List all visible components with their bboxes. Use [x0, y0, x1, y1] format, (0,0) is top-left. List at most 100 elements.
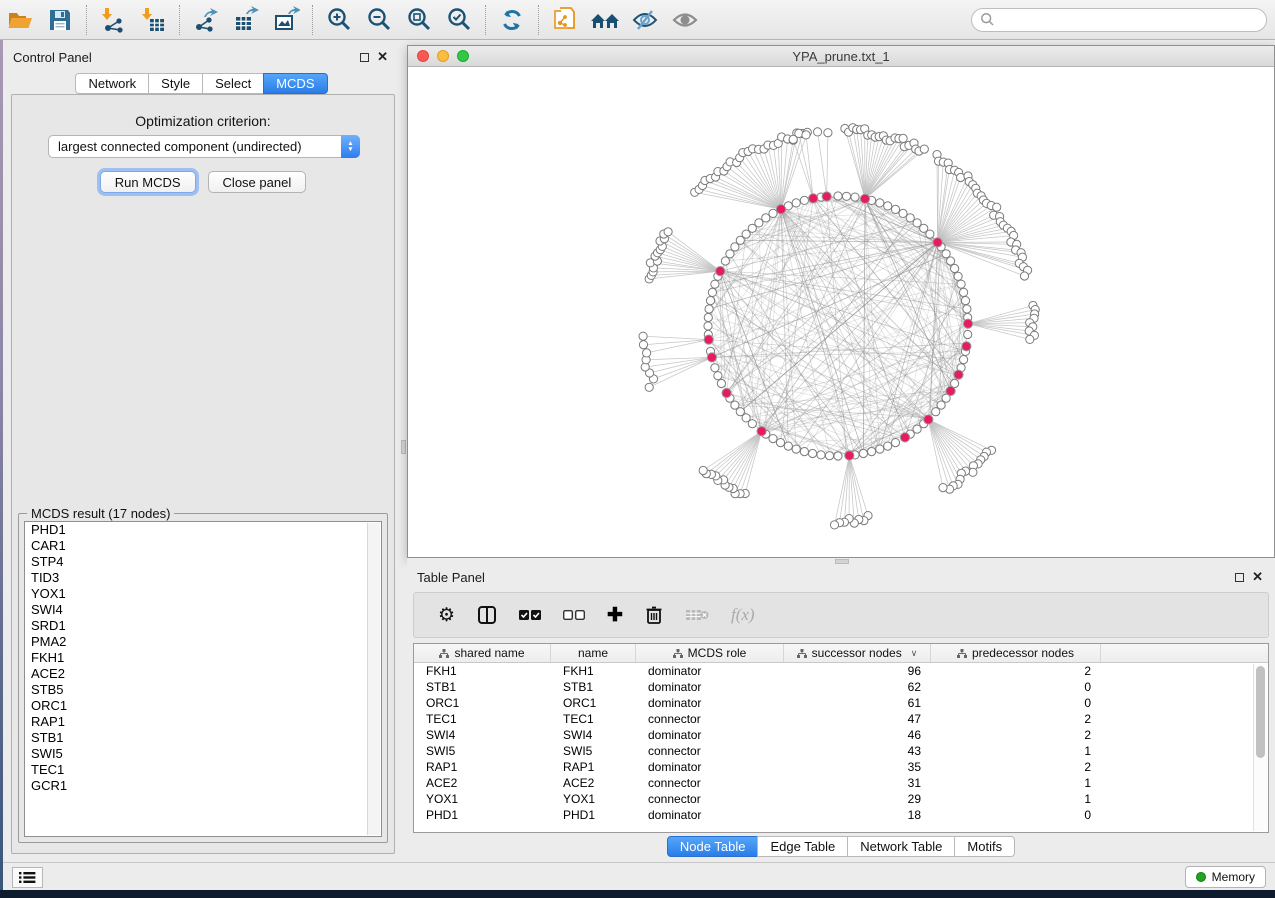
float-panel-icon[interactable]: [360, 53, 369, 62]
mcds-result-item[interactable]: STP4: [25, 554, 381, 570]
graph-node[interactable]: [800, 448, 808, 456]
add-column-icon[interactable]: ✚: [607, 604, 623, 627]
graph-hub-node[interactable]: [900, 433, 909, 442]
zoom-fit-icon[interactable]: [399, 3, 439, 37]
refresh-icon[interactable]: [492, 3, 532, 37]
table-row[interactable]: RAP1RAP1dominator352: [414, 759, 1268, 775]
table-row[interactable]: SWI5SWI5connector431: [414, 743, 1268, 759]
graph-node[interactable]: [645, 383, 653, 391]
graph-hub-node[interactable]: [946, 386, 955, 395]
graph-node[interactable]: [859, 449, 867, 457]
function-builder-icon[interactable]: f(x): [731, 605, 755, 625]
task-history-button[interactable]: [12, 867, 43, 888]
graph-node[interactable]: [717, 379, 725, 387]
export-image-icon[interactable]: [266, 3, 306, 37]
table-row[interactable]: YOX1YOX1connector291: [414, 791, 1268, 807]
import-network-icon[interactable]: [93, 3, 133, 37]
mcds-result-list[interactable]: PHD1CAR1STP4TID3YOX1SWI4SRD1PMA2FKH1ACE2…: [24, 521, 382, 837]
mcds-result-item[interactable]: STB1: [25, 730, 381, 746]
graph-node[interactable]: [800, 196, 808, 204]
graph-node[interactable]: [939, 484, 947, 492]
graph-hub-node[interactable]: [845, 451, 854, 460]
network-view[interactable]: [408, 67, 1274, 557]
export-table-icon[interactable]: [226, 3, 266, 37]
graph-node[interactable]: [704, 322, 712, 330]
column-header-name[interactable]: name: [551, 644, 636, 662]
show-eye-icon[interactable]: [665, 3, 705, 37]
graph-node[interactable]: [705, 305, 713, 313]
close-panel-icon[interactable]: ✕: [1252, 572, 1263, 582]
graph-node[interactable]: [711, 364, 719, 372]
graph-node[interactable]: [776, 439, 784, 447]
mcds-list-scrollbar[interactable]: [367, 523, 380, 835]
graph-node[interactable]: [947, 257, 955, 265]
float-panel-icon[interactable]: [1235, 573, 1244, 582]
graph-node[interactable]: [762, 214, 770, 222]
mcds-result-item[interactable]: ACE2: [25, 666, 381, 682]
tab-mcds[interactable]: MCDS: [263, 73, 327, 94]
tab-style[interactable]: Style: [148, 73, 203, 94]
column-header-successor-nodes[interactable]: successor nodes∨: [784, 644, 931, 662]
graph-hub-node[interactable]: [924, 415, 933, 424]
table-row[interactable]: STB1STB1dominator620: [414, 679, 1268, 695]
mcds-result-item[interactable]: PHD1: [25, 522, 381, 538]
graph-node[interactable]: [825, 452, 833, 460]
mcds-result-item[interactable]: GCR1: [25, 778, 381, 794]
scrollbar-thumb[interactable]: [1256, 666, 1265, 758]
table-row[interactable]: ACE2ACE2connector311: [414, 775, 1268, 791]
select-all-checkboxes-icon[interactable]: [519, 609, 541, 621]
mcds-result-item[interactable]: TEC1: [25, 762, 381, 778]
optimization-criterion-dropdown[interactable]: largest connected component (undirected)…: [48, 135, 360, 158]
column-header-shared-name[interactable]: shared name: [414, 644, 551, 662]
graph-node[interactable]: [792, 199, 800, 207]
graph-node[interactable]: [639, 332, 647, 340]
network-graph[interactable]: [408, 67, 1274, 557]
graph-hub-node[interactable]: [933, 238, 942, 247]
graph-node[interactable]: [784, 442, 792, 450]
graph-node[interactable]: [830, 521, 838, 529]
graph-node[interactable]: [876, 199, 884, 207]
graph-node[interactable]: [964, 330, 972, 338]
table-row[interactable]: FKH1FKH1dominator962: [414, 663, 1268, 679]
graph-node[interactable]: [792, 445, 800, 453]
close-panel-button[interactable]: Close panel: [208, 171, 307, 193]
graph-node[interactable]: [884, 442, 892, 450]
graph-node[interactable]: [802, 131, 810, 139]
graph-node[interactable]: [957, 280, 965, 288]
graph-node[interactable]: [891, 205, 899, 213]
graph-node[interactable]: [963, 305, 971, 313]
run-mcds-button[interactable]: Run MCDS: [100, 171, 196, 193]
graph-node[interactable]: [954, 272, 962, 280]
graph-node[interactable]: [899, 209, 907, 217]
tab-motifs[interactable]: Motifs: [954, 836, 1015, 857]
graph-node[interactable]: [834, 192, 842, 200]
graph-node[interactable]: [664, 228, 672, 236]
graph-node[interactable]: [817, 451, 825, 459]
graph-node[interactable]: [993, 203, 1001, 211]
graph-hub-node[interactable]: [963, 319, 972, 328]
graph-node[interactable]: [704, 313, 712, 321]
search-input[interactable]: [995, 13, 1258, 27]
graph-node[interactable]: [769, 209, 777, 217]
save-icon[interactable]: [40, 3, 80, 37]
graph-node[interactable]: [899, 134, 907, 142]
graph-hub-node[interactable]: [809, 194, 818, 203]
graph-node[interactable]: [960, 356, 968, 364]
table-row[interactable]: ORC1ORC1dominator610: [414, 695, 1268, 711]
table-settings-icon[interactable]: ⚙: [438, 604, 455, 627]
graph-node[interactable]: [769, 435, 777, 443]
horizontal-splitter[interactable]: [407, 558, 1275, 565]
table-row[interactable]: TEC1TEC1connector472: [414, 711, 1268, 727]
table-row[interactable]: SWI4SWI4dominator462: [414, 727, 1268, 743]
graph-hub-node[interactable]: [822, 192, 831, 201]
delete-column-icon[interactable]: [645, 605, 663, 625]
graph-node[interactable]: [876, 445, 884, 453]
graph-hub-node[interactable]: [954, 370, 963, 379]
deselect-checkboxes-icon[interactable]: [563, 609, 585, 621]
graph-node[interactable]: [884, 202, 892, 210]
delete-table-icon[interactable]: [685, 608, 709, 622]
network-window-titlebar[interactable]: YPA_prune.txt_1: [408, 46, 1274, 67]
graph-node[interactable]: [809, 449, 817, 457]
split-columns-icon[interactable]: [477, 605, 497, 625]
mcds-result-item[interactable]: FKH1: [25, 650, 381, 666]
